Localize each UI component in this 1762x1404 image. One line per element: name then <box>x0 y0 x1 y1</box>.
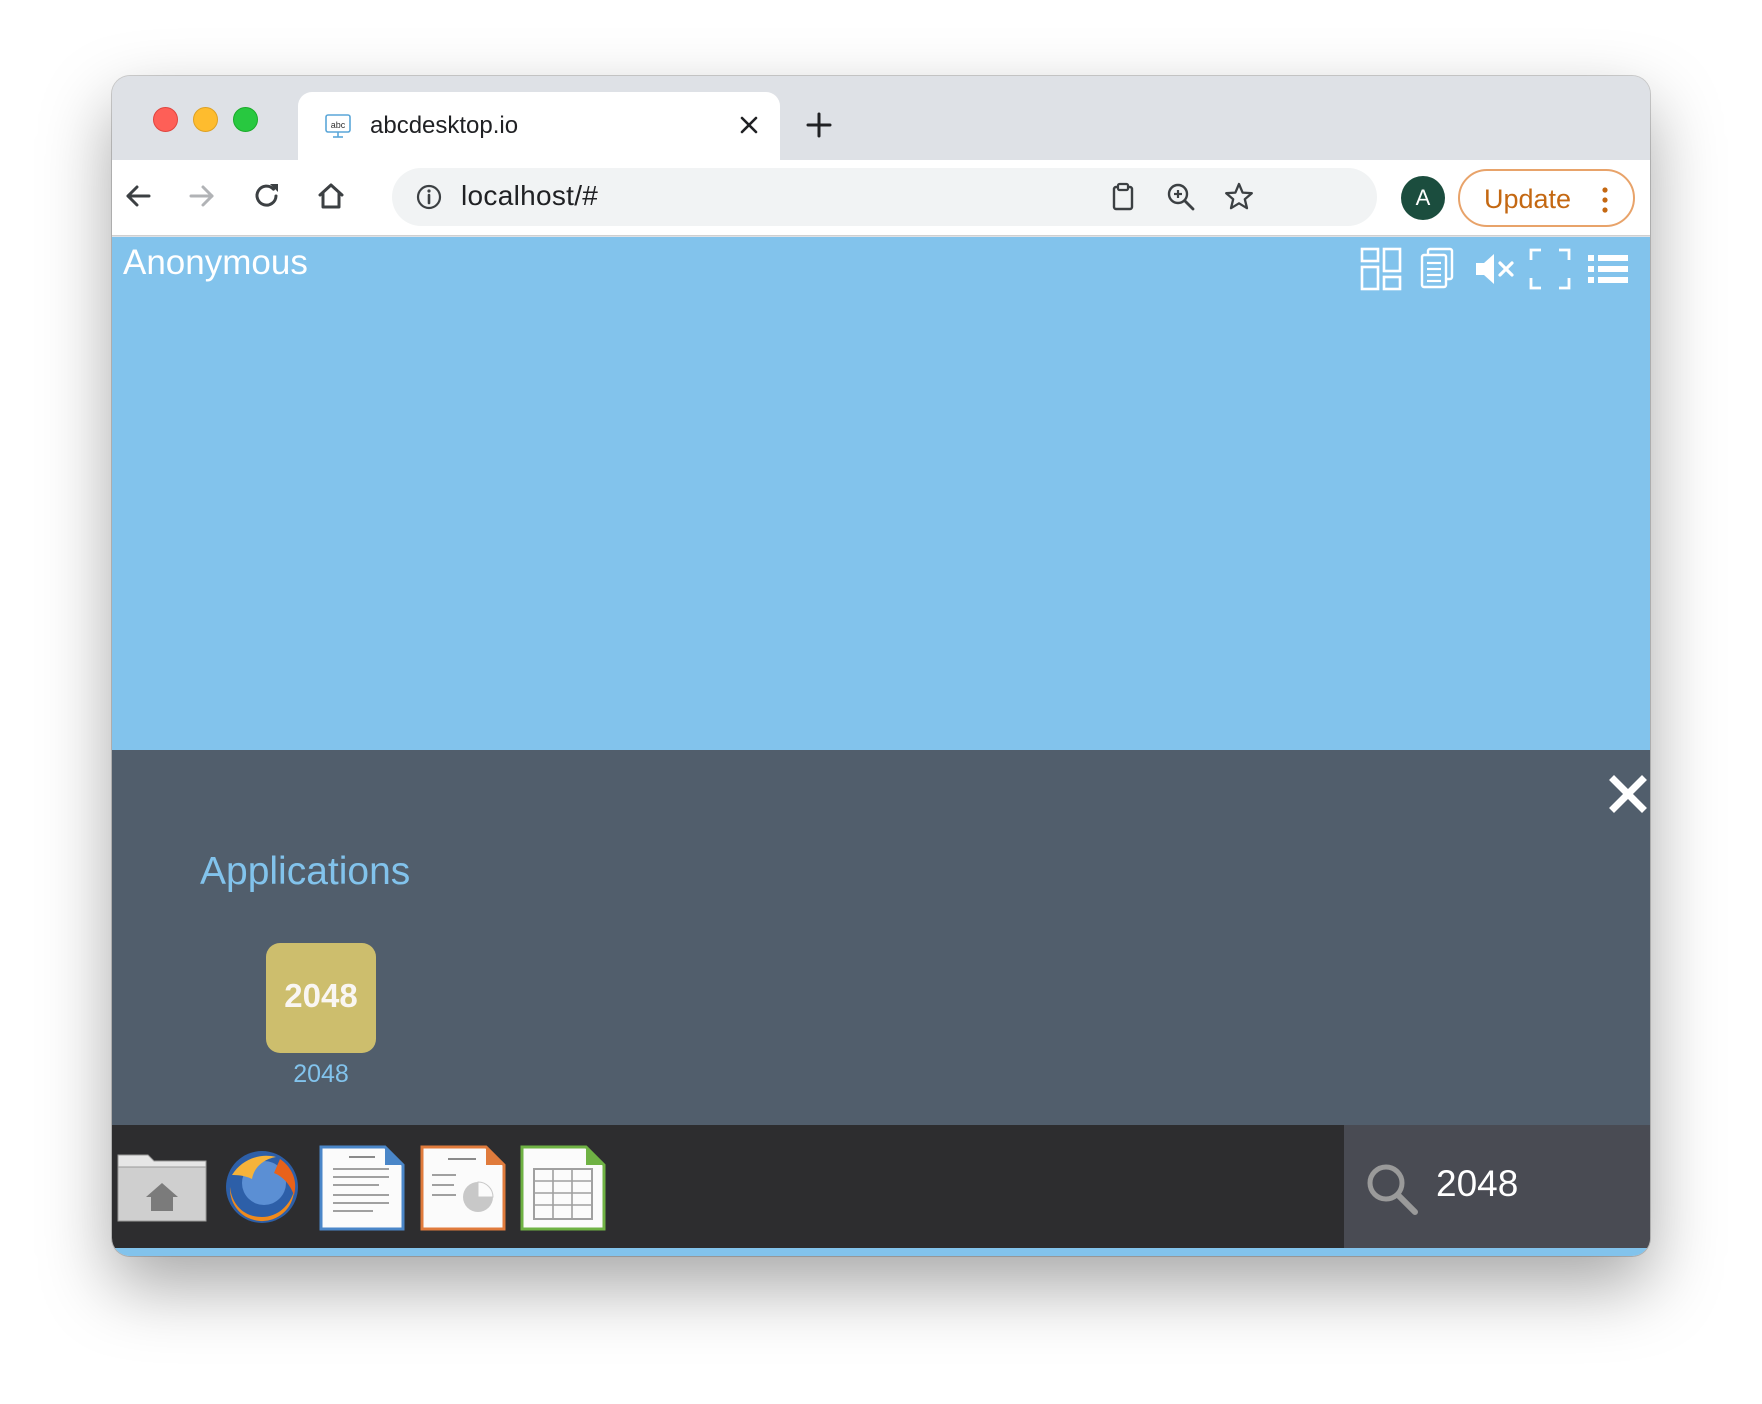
grid-layout-icon[interactable] <box>1360 247 1404 291</box>
documents-icon[interactable] <box>1416 247 1460 291</box>
site-info-icon[interactable] <box>414 182 444 212</box>
app-tile-text: 2048 <box>284 977 358 1014</box>
app-2048-label[interactable]: 2048 <box>266 1060 376 1089</box>
bookmark-star-icon[interactable] <box>1222 180 1256 214</box>
close-tab-icon[interactable] <box>734 110 764 140</box>
firefox-icon[interactable] <box>220 1145 304 1229</box>
user-name: Anonymous <box>123 243 308 282</box>
search-value: 2048 <box>1436 1163 1519 1204</box>
address-url: localhost/# <box>461 180 599 211</box>
address-bar[interactable]: localhost/# <box>392 168 1377 226</box>
forward-icon[interactable] <box>184 178 220 214</box>
minimize-window-button[interactable] <box>193 107 218 132</box>
list-icon[interactable] <box>1586 247 1630 291</box>
search-input[interactable]: 2048 <box>1344 1125 1650 1248</box>
home-folder-icon[interactable] <box>114 1149 210 1225</box>
back-icon[interactable] <box>120 178 156 214</box>
dock-bottom-strip <box>112 1248 1650 1256</box>
tab-title: abcdesktop.io <box>370 112 519 139</box>
tab-abcdesktop[interactable]: abc abcdesktop.io <box>298 92 780 160</box>
close-window-button[interactable] <box>153 107 178 132</box>
new-tab-icon[interactable] <box>804 110 834 140</box>
close-icon[interactable] <box>1608 774 1648 814</box>
update-button[interactable]: Update <box>1458 169 1635 227</box>
calc-icon[interactable] <box>520 1145 606 1231</box>
clipboard-icon[interactable] <box>1106 180 1140 214</box>
profile-avatar[interactable]: A <box>1401 176 1445 220</box>
mute-icon[interactable] <box>1472 247 1516 291</box>
applications-panel: Applications 2048 2048 <box>112 750 1650 1125</box>
abc-icon: abc <box>325 114 351 138</box>
applications-title: Applications <box>200 850 411 893</box>
menu-dots-icon <box>1602 187 1608 213</box>
zoom-icon[interactable] <box>1164 180 1198 214</box>
tab-strip: abc abcdesktop.io <box>112 76 1650 160</box>
browser-toolbar: localhost/# A Update <box>112 160 1650 236</box>
home-icon[interactable] <box>313 178 349 214</box>
zoom-window-button[interactable] <box>233 107 258 132</box>
browser-window: abc abcdesktop.io localhost/# A Update A… <box>112 76 1650 1256</box>
fullscreen-icon[interactable] <box>1528 247 1572 291</box>
reload-icon[interactable] <box>249 178 285 214</box>
svg-text:abc: abc <box>331 120 346 130</box>
desktop-area[interactable]: Anonymous <box>112 237 1650 750</box>
search-icon <box>1367 1164 1418 1215</box>
update-label: Update <box>1484 184 1572 214</box>
app-2048-icon[interactable]: 2048 <box>266 943 376 1053</box>
writer-icon[interactable] <box>319 1145 405 1231</box>
impress-icon[interactable] <box>420 1145 506 1231</box>
dock: 2048 <box>112 1125 1650 1248</box>
